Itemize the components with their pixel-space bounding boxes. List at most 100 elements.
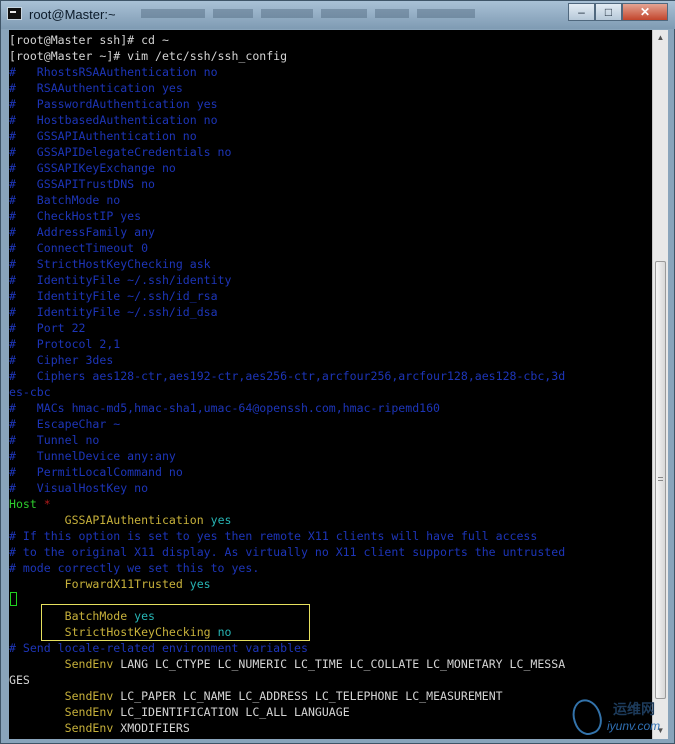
terminal-text-segment: [root@Master ssh]# cd ~ [9,33,169,47]
terminal-line: # If this option is set to yes then remo… [9,528,537,544]
terminal-line: # PermitLocalCommand no [9,464,183,480]
highlight-box [41,604,310,641]
terminal-text-segment: # AddressFamily any [9,225,155,239]
terminal-text-segment: # GSSAPIAuthentication no [9,129,197,143]
terminal-line: # Tunnel no [9,432,99,448]
terminal-text-segment: # VisualHostKey no [9,481,149,495]
terminal-line: ForwardX11Trusted yes [9,576,211,592]
terminal-line: [root@Master ~]# vim /etc/ssh/ssh_config [9,48,287,64]
terminal-line: # GSSAPIDelegateCredentials no [9,144,231,160]
terminal-text-segment: # HostbasedAuthentication no [9,113,218,127]
terminal-text-segment: # to the original X11 display. As virtua… [9,545,566,559]
watermark-en-text: iyunv.com [607,719,661,733]
terminal-text-segment: GES [9,673,30,687]
terminal-line: # IdentityFile ~/.ssh/identity [9,272,231,288]
terminal-window: root@Master:~ – □ ✕ SendEnv XMODIFIERS S… [0,0,675,744]
terminal-text-segment: # RSAAuthentication yes [9,81,183,95]
terminal-line: GSSAPIAuthentication yes [9,512,232,528]
terminal-text-segment: # Tunnel no [9,433,100,447]
terminal-text-segment: # PermitLocalCommand no [9,465,183,479]
terminal-text-segment: # BatchMode no [9,193,121,207]
terminal-text-segment: [root@Master ~]# vim /etc/ssh/ssh_config [9,49,288,63]
background-window-titles [141,3,521,25]
terminal-text-segment: es-cbc [9,385,51,399]
terminal-text-segment: SendEnv [64,705,114,719]
terminal-line: [root@Master ssh]# cd ~ [9,32,169,48]
terminal-text-segment: LC_PAPER LC_NAME LC_ADDRESS LC_TELEPHONE… [113,689,503,703]
terminal-text-segment: SendEnv [64,657,114,671]
terminal-text-segment: # Ciphers aes128-ctr,aes192-ctr,aes256-c… [9,369,566,383]
terminal-text-segment: # StrictHostKeyChecking ask [9,257,211,271]
terminal-line: # to the original X11 display. As virtua… [9,544,565,560]
terminal-text-segment: # GSSAPITrustDNS no [9,177,155,191]
terminal-line: # ConnectTimeout 0 [9,240,148,256]
terminal-text-segment: # Cipher 3des [9,353,114,367]
terminal-text-segment: # If this option is set to yes then remo… [9,529,538,543]
window-title: root@Master:~ [29,7,116,22]
title-bar[interactable]: root@Master:~ – □ ✕ [1,1,675,29]
terminal-text-segment: ForwardX11Trusted [64,577,183,591]
terminal-line: es-cbc [9,384,51,400]
terminal-text-segment: SendEnv [64,689,114,703]
terminal-text-segment: * [43,497,51,511]
terminal-icon [7,7,22,20]
terminal-line: # EscapeChar ~ [9,416,120,432]
site-watermark: 运维网 iyunv.com [568,695,669,741]
terminal-line: # mode correctly we set this to yes. [9,560,259,576]
terminal-text-segment: LANG LC_CTYPE LC_NUMERIC LC_TIME LC_COLL… [113,657,566,671]
terminal-text-segment: LC_IDENTIFICATION LC_ALL LANGUAGE [113,705,350,719]
terminal-text-segment: GSSAPIAuthentication [64,513,204,527]
maximize-button[interactable]: □ [595,3,622,21]
terminal-text-segment: # Protocol 2,1 [9,337,121,351]
terminal-text-segment: # MACs hmac-md5,hmac-sha1,umac-64@openss… [9,401,441,415]
terminal-text-segment: SendEnv [64,721,114,735]
scroll-thumb[interactable] [655,261,666,699]
terminal-text-segment: # IdentityFile ~/.ssh/identity [9,273,232,287]
terminal-text-segment: # GSSAPIKeyExchange no [9,161,176,175]
terminal-line: # RhostsRSAAuthentication no [9,64,218,80]
terminal-line: Host * [9,496,51,512]
terminal-line: # RSAAuthentication yes [9,80,183,96]
terminal-text-segment: # EscapeChar ~ [9,417,121,431]
terminal-content[interactable]: SendEnv XMODIFIERS SendEnv LC_IDENTIFICA… [9,30,652,739]
terminal-cursor [10,592,17,606]
terminal-line: GES [9,672,30,688]
terminal-line: SendEnv XMODIFIERS [9,720,190,736]
terminal-line: # Protocol 2,1 [9,336,120,352]
terminal-line: # BatchMode no [9,192,120,208]
terminal-text-segment: XMODIFIERS [113,721,190,735]
watermark-logo-icon [568,695,606,739]
terminal-line: # Port 22 [9,320,85,336]
vertical-scrollbar[interactable]: ▲ ▼ [652,30,668,739]
terminal-text-segment: # IdentityFile ~/.ssh/id_rsa [9,289,218,303]
terminal-line: # Send locale-related environment variab… [9,640,308,656]
terminal-line: SendEnv LC_PAPER LC_NAME LC_ADDRESS LC_T… [9,688,503,704]
window-controls: – □ ✕ [568,3,670,21]
terminal-text-segment: # PasswordAuthentication yes [9,97,218,111]
terminal-text-segment: # GSSAPIDelegateCredentials no [9,145,232,159]
terminal-text-segment: yes [210,513,232,527]
terminal-text-segment: # Send locale-related environment variab… [9,641,308,655]
terminal-line: # PasswordAuthentication yes [9,96,218,112]
terminal-text-segment: # RhostsRSAAuthentication no [9,65,218,79]
terminal-line: # TunnelDevice any:any [9,448,176,464]
terminal-text-segment: Host [9,497,44,511]
scroll-up-icon[interactable]: ▲ [653,30,668,46]
grip-icon [658,477,663,481]
terminal-text-segment: # TunnelDevice any:any [9,449,176,463]
terminal-line: # HostbasedAuthentication no [9,112,218,128]
terminal-text-segment: yes [189,577,211,591]
terminal-text-segment: # mode correctly we set this to yes. [9,561,260,575]
terminal-line: # StrictHostKeyChecking ask [9,256,211,272]
terminal-line: # GSSAPIKeyExchange no [9,160,176,176]
minimize-button[interactable]: – [568,3,595,21]
close-button[interactable]: ✕ [622,3,668,21]
